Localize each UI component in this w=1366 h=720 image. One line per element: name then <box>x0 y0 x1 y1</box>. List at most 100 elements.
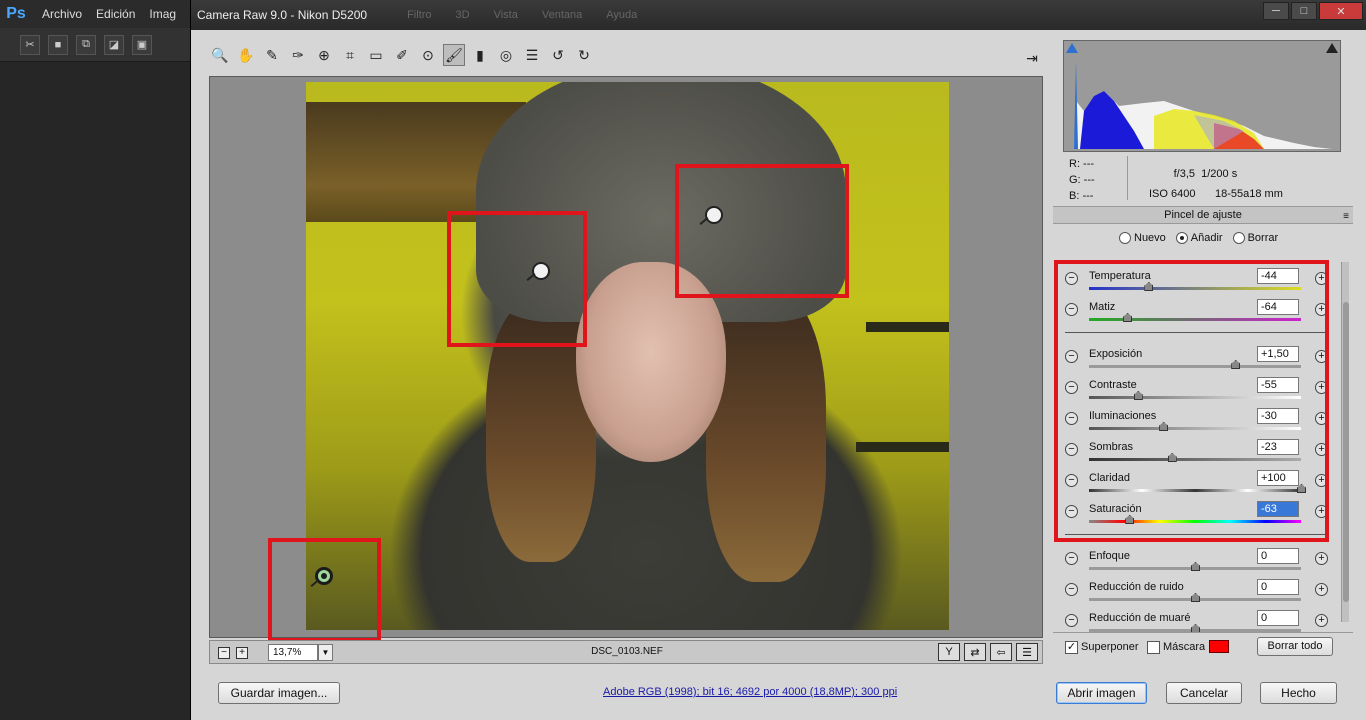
iso: ISO 6400 <box>1149 188 1196 200</box>
save-image-button[interactable]: Guardar imagen... <box>218 682 340 704</box>
swap-settings-icon[interactable]: ⇄ <box>964 643 986 661</box>
crop-icon[interactable]: ⌗ <box>339 44 361 66</box>
zoom-icon[interactable]: 🔍 <box>209 44 231 66</box>
panel-menu-icon[interactable]: ≡ <box>1343 209 1349 225</box>
clear-all-button[interactable]: Borrar todo <box>1257 637 1333 656</box>
enfoque-decrease-icon[interactable]: − <box>1065 552 1078 565</box>
mode-new[interactable]: Nuevo <box>1119 232 1166 245</box>
menu-edicion[interactable]: Edición <box>96 7 135 21</box>
mask-checkbox[interactable] <box>1147 641 1160 654</box>
slider-enfoque: − Enfoque 0 + <box>1053 544 1339 575</box>
dialog-title: Camera Raw 9.0 - Nikon D5200 <box>197 8 368 22</box>
intersect-selection-icon[interactable]: ▣ <box>132 34 152 55</box>
mask-label: Máscara <box>1163 641 1206 653</box>
brush-mode-group: Nuevo Añadir Borrar <box>1119 232 1279 245</box>
close-button[interactable]: ✕ <box>1319 2 1363 20</box>
white-balance-icon[interactable]: ✎ <box>261 44 283 66</box>
radial-filter-icon[interactable]: ◎ <box>495 44 517 66</box>
spot-removal-icon[interactable]: ✐ <box>391 44 413 66</box>
dialog-titlebar: Camera Raw 9.0 - Nikon D5200 Filtro 3D V… <box>191 0 1366 30</box>
minimize-button[interactable]: ─ <box>1263 2 1289 20</box>
mode-add-label: Añadir <box>1190 232 1223 244</box>
adjustment-brush-icon[interactable]: 🖌 <box>443 44 465 66</box>
mode-add[interactable]: Añadir <box>1175 232 1223 245</box>
highlight-box-3 <box>268 538 381 642</box>
reduccion-de-ruido-value[interactable]: 0 <box>1257 579 1299 595</box>
ghost-menu-ayuda: Ayuda <box>606 9 638 21</box>
panel-title-text: Pincel de ajuste <box>1164 209 1242 221</box>
rotate-left-icon[interactable]: ↺ <box>547 44 569 66</box>
file-name: DSC_0103.NEF <box>591 646 663 657</box>
photo-shelf-lower <box>856 442 949 452</box>
ghost-menu-ventana: Ventana <box>541 9 583 21</box>
graduated-filter-icon[interactable]: ▮ <box>469 44 491 66</box>
straighten-icon[interactable]: ▭ <box>365 44 387 66</box>
mode-erase-label: Borrar <box>1247 232 1279 244</box>
photoshop-menubar: Ps Archivo Edición Imag <box>0 0 190 28</box>
open-image-button[interactable]: Abrir imagen <box>1056 682 1147 704</box>
scrollbar-thumb[interactable] <box>1343 302 1349 602</box>
ghost-menu-vista: Vista <box>493 9 518 21</box>
targeted-adjustment-icon[interactable]: ⊕ <box>313 44 335 66</box>
shutter-speed: 1/200 s <box>1201 168 1238 180</box>
rotate-right-icon[interactable]: ↻ <box>573 44 595 66</box>
radio-erase[interactable] <box>1232 232 1245 245</box>
lasso-tool-icon[interactable]: ✂ <box>20 34 40 55</box>
enfoque-label: Enfoque <box>1089 550 1130 562</box>
workflow-options-link[interactable]: Adobe RGB (1998); bit 16; 4692 por 4000 … <box>603 686 897 698</box>
panel-title: Pincel de ajuste ≡ <box>1053 206 1353 224</box>
reduccion-de-muare-decrease-icon[interactable]: − <box>1065 614 1078 627</box>
right-panel: R: --- G: --- B: --- f/3,5 1/200 s ISO 6… <box>1053 36 1353 664</box>
reduccion-de-ruido-thumb[interactable] <box>1191 593 1200 602</box>
mode-new-label: Nuevo <box>1134 232 1166 244</box>
ghost-menu-3d: 3D <box>455 9 470 21</box>
radio-add[interactable] <box>1175 232 1188 245</box>
slider-reduccion-de-ruido: − Reducción de ruido 0 + <box>1053 575 1339 606</box>
before-after-icon[interactable]: Y <box>938 643 960 661</box>
copy-settings-icon[interactable]: ⇦ <box>990 643 1012 661</box>
image-info: R: --- G: --- B: --- f/3,5 1/200 s ISO 6… <box>1063 154 1341 204</box>
image-preview[interactable] <box>209 76 1043 642</box>
add-selection-icon[interactable]: ⧉ <box>76 34 96 55</box>
color-sampler-icon[interactable]: ✑ <box>287 44 309 66</box>
red-eye-icon[interactable]: ⊙ <box>417 44 439 66</box>
camera-raw-toolbar: 🔍 ✋ ✎ ✑ ⊕ ⌗ ▭ ✐ ⊙ 🖌 ▮ ◎ ☰ ↺ ↻ <box>209 44 595 72</box>
green-readout: G: --- <box>1069 174 1095 186</box>
camera-raw-dialog: Camera Raw 9.0 - Nikon D5200 Filtro 3D V… <box>190 0 1366 720</box>
subtract-selection-icon[interactable]: ◪ <box>104 34 124 55</box>
radio-new[interactable] <box>1119 232 1131 245</box>
overlay-checkbox[interactable]: ✓ <box>1065 641 1078 654</box>
photoshop-options-bar: ✂ ■ ⧉ ◪ ▣ <box>0 28 190 62</box>
reduccion-de-muare-increase-icon[interactable]: + <box>1315 614 1328 627</box>
red-readout: R: --- <box>1069 158 1095 170</box>
reduccion-de-ruido-decrease-icon[interactable]: − <box>1065 583 1078 596</box>
photo-shelf <box>866 322 949 332</box>
preview-statusbar: − + 13,7% ▼ DSC_0103.NEF Y ⇄ ⇦ ☰ <box>209 640 1043 664</box>
lens: 18-55a18 mm <box>1215 188 1283 200</box>
reduccion-de-ruido-increase-icon[interactable]: + <box>1315 583 1328 596</box>
hand-icon[interactable]: ✋ <box>235 44 257 66</box>
sliders-scrollbar[interactable] <box>1341 262 1349 622</box>
mode-erase[interactable]: Borrar <box>1232 232 1279 245</box>
maximize-button[interactable]: □ <box>1291 2 1317 20</box>
overlay-options: ✓ Superponer Máscara Borrar todo <box>1053 632 1353 660</box>
enfoque-value[interactable]: 0 <box>1257 548 1299 564</box>
menu-imagen[interactable]: Imag <box>149 7 176 21</box>
enfoque-increase-icon[interactable]: + <box>1315 552 1328 565</box>
done-button[interactable]: Hecho <box>1260 682 1337 704</box>
histogram-graph <box>1074 61 1332 149</box>
reduccion-de-ruido-label: Reducción de ruido <box>1089 581 1184 593</box>
menu-archivo[interactable]: Archivo <box>42 7 82 21</box>
blue-readout: B: --- <box>1069 190 1094 202</box>
preferences-icon[interactable]: ☰ <box>521 44 543 66</box>
photo-canvas[interactable] <box>306 82 949 630</box>
reduccion-de-muare-value[interactable]: 0 <box>1257 610 1299 626</box>
new-selection-icon[interactable]: ■ <box>48 34 68 55</box>
ghost-menu-filtro: Filtro <box>407 9 432 21</box>
mask-color-swatch[interactable] <box>1209 640 1229 653</box>
cancel-button[interactable]: Cancelar <box>1166 682 1242 704</box>
fullscreen-toggle-icon[interactable]: ⇥ <box>1021 48 1043 68</box>
highlight-box-2 <box>675 164 849 298</box>
enfoque-thumb[interactable] <box>1191 562 1200 571</box>
toggle-settings-icon[interactable]: ☰ <box>1016 643 1038 661</box>
